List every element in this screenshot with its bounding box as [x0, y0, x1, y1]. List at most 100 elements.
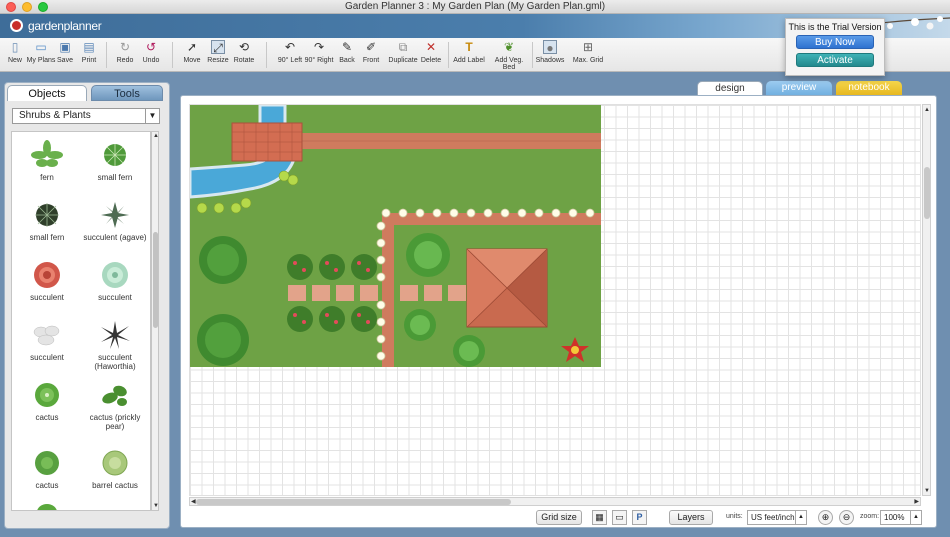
- list-item[interactable]: succulent (Haworthia): [80, 320, 150, 371]
- shadow-icon: ●: [543, 40, 557, 55]
- barrel-cactus-icon: [102, 450, 128, 476]
- stepping-stones[interactable]: [288, 285, 466, 301]
- redo-button[interactable]: ↻ Redo: [114, 40, 136, 64]
- undo-icon: ↺: [145, 40, 157, 54]
- scrollbar-thumb[interactable]: [924, 167, 930, 219]
- max-grid-button[interactable]: ⊞ Max. Grid: [572, 40, 604, 64]
- category-select[interactable]: Shrubs & Plants ▼: [12, 108, 160, 124]
- list-item[interactable]: fern: [12, 140, 82, 182]
- save-icon: ▣: [59, 40, 71, 54]
- bring-front-button[interactable]: ✐ Front: [360, 40, 382, 64]
- units-label: units:: [726, 513, 743, 520]
- move-button[interactable]: ➚ Move: [180, 40, 204, 64]
- tab-objects[interactable]: Objects: [7, 85, 87, 101]
- design-canvas-frame: ▲ ▼ ◀ ▶: [180, 95, 937, 528]
- haworthia-icon: [101, 321, 130, 349]
- category-value: Shrubs & Plants: [19, 110, 91, 121]
- plant-list: fern small fern small fern succulent (ag…: [11, 131, 151, 511]
- list-item[interactable]: barrel cactus: [80, 448, 150, 490]
- my-plans-button[interactable]: ▭ My Plans: [26, 40, 56, 64]
- scroll-down-icon[interactable]: ▼: [924, 488, 930, 494]
- scrollbar-thumb[interactable]: [196, 499, 511, 505]
- gazebo-roof[interactable]: [466, 248, 548, 328]
- scrollbar-thumb[interactable]: [153, 232, 158, 328]
- agave-icon: [101, 202, 129, 228]
- trial-popup: This is the Trial Version Buy Now Activa…: [785, 18, 885, 76]
- print-button[interactable]: ▤ Print: [78, 40, 100, 64]
- list-item[interactable]: small fern: [80, 140, 150, 182]
- layers-button[interactable]: Layers: [669, 510, 713, 525]
- list-item[interactable]: cactus: [12, 380, 82, 422]
- logo-text: gardenplanner: [28, 19, 102, 33]
- resize-icon: ⤢: [211, 40, 225, 55]
- grid-size-button[interactable]: Grid size: [536, 510, 582, 525]
- shadows-toggle[interactable]: ● Shadows: [535, 40, 565, 64]
- scroll-right-icon[interactable]: ▶: [914, 498, 919, 505]
- design-grid[interactable]: [189, 104, 921, 496]
- delete-button[interactable]: ✕ Delete: [419, 40, 443, 64]
- brick-path-vertical[interactable]: [382, 213, 394, 367]
- duplicate-button[interactable]: ⧉ Duplicate: [388, 40, 418, 64]
- units-select[interactable]: US feet/inch ▲: [747, 510, 807, 525]
- save-button[interactable]: ▣ Save: [56, 40, 74, 64]
- buy-now-button[interactable]: Buy Now: [796, 35, 874, 49]
- list-item[interactable]: cactus (prickly pear): [80, 380, 150, 431]
- small-fern-icon: [104, 144, 126, 166]
- tab-tools[interactable]: Tools: [91, 85, 163, 101]
- rotate-left-button[interactable]: ↶ 90° Left: [276, 40, 304, 64]
- round-cactus-icon: [35, 451, 59, 475]
- zoom-in-button[interactable]: ⊕: [818, 510, 833, 525]
- tab-design[interactable]: design: [697, 81, 763, 96]
- list-item[interactable]: succulent (agave): [80, 200, 150, 242]
- grid-view-icon[interactable]: ▦: [592, 510, 607, 525]
- rotate-right-icon: ↷: [313, 40, 325, 54]
- zoom-out-button[interactable]: ⊖: [839, 510, 854, 525]
- list-item[interactable]: succulent: [12, 320, 82, 362]
- activate-button[interactable]: Activate: [796, 53, 874, 67]
- delete-icon: ✕: [425, 40, 437, 54]
- list-item[interactable]: cactus: [12, 448, 82, 490]
- new-file-icon: ▯: [11, 40, 19, 54]
- add-veg-bed-button[interactable]: ❦ Add Veg. Bed: [488, 40, 530, 71]
- undo-button[interactable]: ↺ Undo: [140, 40, 162, 64]
- rotate-icon: ⟲: [238, 40, 250, 54]
- grid-icon: ⊞: [582, 40, 594, 54]
- plant-list-toggle[interactable]: P: [632, 510, 647, 525]
- logo-icon: [10, 19, 23, 32]
- plant-list-scrollbar[interactable]: ▲ ▼: [151, 131, 159, 511]
- canvas-vertical-scrollbar[interactable]: ▲ ▼: [922, 104, 931, 496]
- list-item[interactable]: small fern: [12, 200, 82, 242]
- add-label-button[interactable]: T Add Label: [453, 40, 485, 64]
- new-button[interactable]: ▯ New: [4, 40, 26, 64]
- canvas-horizontal-scrollbar[interactable]: ◀ ▶: [189, 497, 921, 506]
- list-item[interactable]: succulent: [12, 260, 82, 302]
- fern-icon: [31, 140, 63, 167]
- scroll-up-icon[interactable]: ▲: [153, 133, 159, 139]
- window-title: Garden Planner 3 : My Garden Plan (My Ga…: [344, 1, 606, 12]
- pointer-icon: ➚: [186, 40, 198, 54]
- bring-front-icon: ✐: [365, 40, 377, 54]
- list-item[interactable]: [12, 500, 82, 510]
- tab-preview[interactable]: preview: [766, 81, 832, 96]
- white-succulent-icon: [33, 325, 60, 346]
- zoom-select[interactable]: 100% ▲: [880, 510, 922, 525]
- red-succulent-icon: [34, 262, 60, 288]
- list-item[interactable]: succulent: [80, 260, 150, 302]
- scroll-left-icon[interactable]: ◀: [191, 498, 196, 505]
- scroll-up-icon[interactable]: ▲: [924, 107, 930, 113]
- send-back-button[interactable]: ✎ Back: [336, 40, 358, 64]
- scroll-down-icon[interactable]: ▼: [153, 503, 159, 509]
- print-icon: ▤: [83, 40, 95, 54]
- garden-plan[interactable]: [190, 105, 921, 496]
- veg-bed-icon: ❦: [503, 40, 515, 54]
- zoom-label: zoom:: [860, 513, 880, 520]
- ruler-view-icon[interactable]: ▭: [612, 510, 627, 525]
- resize-button[interactable]: ⤢ Resize: [206, 40, 230, 64]
- rotate-right-button[interactable]: ↷ 90° Right: [304, 40, 334, 64]
- chevron-down-icon: ▼: [145, 109, 159, 123]
- tab-notebook[interactable]: notebook: [836, 81, 902, 96]
- title-bar: Garden Planner 3 : My Garden Plan (My Ga…: [0, 0, 950, 14]
- objects-panel: Objects Tools Shrubs & Plants ▼ fern sma…: [4, 82, 170, 529]
- prickly-pear-icon: [102, 385, 127, 406]
- rotate-button[interactable]: ⟲ Rotate: [232, 40, 256, 64]
